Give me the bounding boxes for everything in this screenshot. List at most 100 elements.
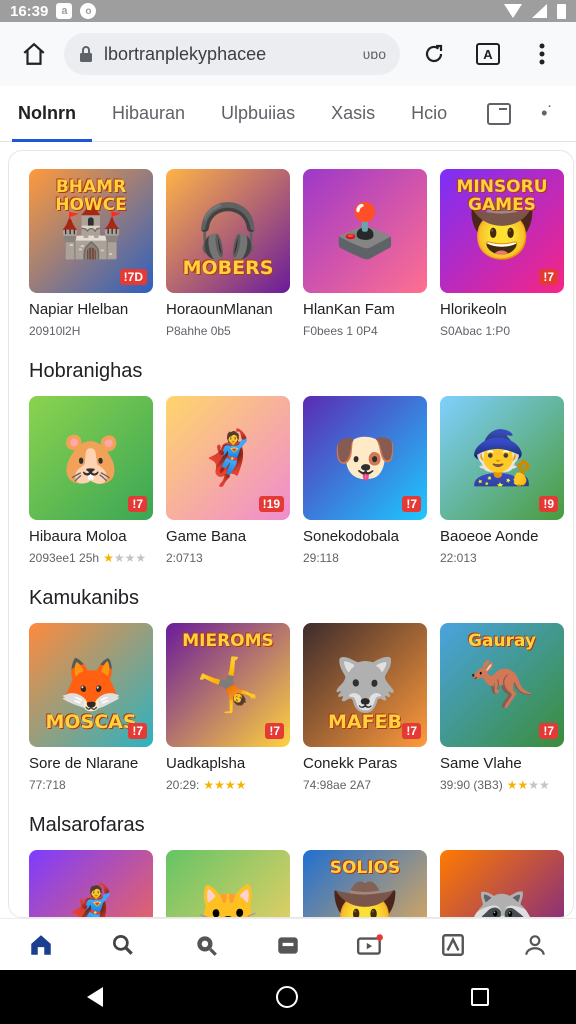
game-meta-text: S0Abac 1:P0 <box>440 324 511 338</box>
game-card[interactable]: 🤸 MIEROMS !7 Uadkaplsha 20:29: ★★★★ <box>166 623 290 792</box>
game-thumbnail[interactable]: 🎧 MOBERS <box>166 169 290 293</box>
tab-switcher-button[interactable]: A <box>468 34 508 74</box>
clock: 16:39 <box>10 2 49 20</box>
game-thumbnail[interactable]: 🕹️ <box>303 169 427 293</box>
star-icon: ★ <box>113 551 125 565</box>
game-meta: 29:118 <box>303 551 427 565</box>
game-thumbnail[interactable]: 🤠 MINSORU GAMES !7 <box>440 169 564 293</box>
game-meta: P8ahhe 0b5 <box>166 324 290 338</box>
game-thumbnail[interactable]: 🏰 BHAMR HOWCE !7D <box>29 169 153 293</box>
game-thumbnail[interactable]: 🦸 <box>29 850 153 917</box>
game-thumbnail[interactable]: 🐺 MAFEB !7 <box>303 623 427 747</box>
section-2: Kamukanibs 🦊 MOSCAS !7 Sore de Nlarane 77:718… <box>9 565 573 792</box>
home-button[interactable] <box>14 34 54 74</box>
nav-video[interactable] <box>350 925 390 965</box>
game-meta-text: P8ahhe 0b5 <box>166 324 231 338</box>
reload-icon <box>425 44 443 63</box>
game-card[interactable]: 🎧 MOBERS HoraounMlanan P8ahhe 0b5 <box>166 169 290 338</box>
tab-3[interactable]: Xasis <box>331 86 375 142</box>
game-card[interactable]: 🐹 !7 Hibaura Moloa 2093ee1 25h ★★★★ <box>29 396 153 565</box>
game-thumbnail[interactable]: 🤠 SOLIOS <box>303 850 427 917</box>
home-circle-icon[interactable] <box>275 986 298 1008</box>
game-meta-text: 20910l2H <box>29 324 81 338</box>
game-card[interactable]: 🦊 MOSCAS !7 Sore de Nlarane 77:718 <box>29 623 153 792</box>
nav-search[interactable] <box>103 925 143 965</box>
star-icon: ★ <box>539 778 550 792</box>
game-title[interactable]: Uadkaplsha <box>166 755 290 772</box>
game-thumbnail[interactable]: 🐶 !7 <box>303 396 427 520</box>
nav-wallet[interactable] <box>268 925 308 965</box>
game-card[interactable]: 🐺 MAFEB !7 Conekk Paras 74:98ae 2A7 <box>303 623 427 792</box>
tab-1[interactable]: Hibauran <box>112 86 185 142</box>
game-card[interactable]: 🤠 MINSORU GAMES !7 Hlorikeoln S0Abac 1:P0 <box>440 169 564 338</box>
game-card[interactable]: 🏰 BHAMR HOWCE !7D Napiar Hlelban 20910l2H <box>29 169 153 338</box>
game-title[interactable]: Conekk Paras <box>303 755 427 772</box>
address-bar[interactable]: lbortranplekyphacee ʋɒo <box>64 33 400 75</box>
section-title: Malsarofaras <box>29 814 145 836</box>
game-card[interactable]: 🧙 !9 Baoeoe Aonde 22:013 <box>440 396 564 565</box>
game-thumbnail[interactable]: 🦝 <box>440 850 564 917</box>
game-thumbnail[interactable]: 🧙 !9 <box>440 396 564 520</box>
menu-button[interactable] <box>522 34 562 74</box>
url-text: lbortranplekyphacee <box>104 43 267 64</box>
star-icon: ★ <box>517 778 529 792</box>
back-icon[interactable] <box>86 987 103 1007</box>
game-card[interactable]: 🤠 SOLIOS <box>303 850 427 917</box>
section-1: Hobranighas 🐹 !7 Hibaura Moloa 2093ee1 25h ★★… <box>9 338 573 565</box>
game-card[interactable]: 🐱 <box>166 850 290 917</box>
game-title[interactable]: Game Bana <box>166 528 290 545</box>
nav-discover[interactable] <box>186 925 226 965</box>
age-badge: !7 <box>128 723 147 739</box>
tab-0[interactable]: Nolnrn <box>12 86 92 142</box>
section-title: Kamukanibs <box>29 587 140 609</box>
tab-add-icon[interactable] <box>487 102 512 125</box>
game-title[interactable]: Hlorikeoln <box>440 301 564 318</box>
game-title[interactable]: HoraounMlanan <box>166 301 290 318</box>
star-icon: ★ <box>235 778 247 792</box>
game-title[interactable]: Baoeoe Aonde <box>440 528 564 545</box>
game-meta-text: 74:98ae 2A7 <box>303 778 372 792</box>
game-thumbnail[interactable]: 🐹 !7 <box>29 396 153 520</box>
game-meta: 39:90 (3B3) ★★★★ <box>440 778 564 792</box>
tab-switcher-label: A <box>483 46 493 62</box>
game-meta: 2093ee1 25h ★★★★ <box>29 551 153 565</box>
game-card[interactable]: 🦸 !19 Game Bana 2:0713 <box>166 396 290 565</box>
game-meta-text: 22:013 <box>440 551 477 565</box>
star-icon: ★ <box>224 778 236 792</box>
game-thumbnail[interactable]: 🦸 !19 <box>166 396 290 520</box>
game-thumbnail[interactable]: 🤸 MIEROMS !7 <box>166 623 290 747</box>
game-card[interactable]: 🕹️ HlanKan Fam F0bees 1 0P4 <box>303 169 427 338</box>
section-0: 🏰 BHAMR HOWCE !7D Napiar Hlelban 20910l2H 🎧 MO… <box>9 151 573 338</box>
game-card[interactable]: 🦝 <box>440 850 564 917</box>
age-badge: !7 <box>539 723 558 739</box>
apps-icon <box>441 933 464 956</box>
tab-more-icon[interactable]: •˙ <box>541 103 553 124</box>
game-title[interactable]: Hibaura Moloa <box>29 528 153 545</box>
star-icon: ★ <box>135 551 147 565</box>
recents-icon[interactable] <box>471 988 490 1006</box>
section-title: Hobranighas <box>29 360 143 382</box>
game-card[interactable]: 🦸 <box>29 850 153 917</box>
more-vert-icon <box>539 43 545 65</box>
game-card[interactable]: 🦘 Gauray !7 Same Vlahe 39:90 (3B3) ★★★★ <box>440 623 564 792</box>
game-thumbnail[interactable]: 🦘 Gauray !7 <box>440 623 564 747</box>
game-title[interactable]: Sore de Nlarane <box>29 755 153 772</box>
sync-icon: o <box>80 3 97 19</box>
discover-icon <box>197 935 217 956</box>
game-card[interactable]: 🐶 !7 Sonekodobala 29:118 <box>303 396 427 565</box>
home-outline-icon <box>23 42 45 65</box>
game-title[interactable]: Same Vlahe <box>440 755 564 772</box>
game-thumbnail[interactable]: 🐱 <box>166 850 290 917</box>
reload-button[interactable] <box>414 34 454 74</box>
game-title[interactable]: HlanKan Fam <box>303 301 427 318</box>
tab-4[interactable]: Hcio <box>411 86 447 142</box>
nav-home[interactable] <box>21 925 61 965</box>
game-title[interactable]: Sonekodobala <box>303 528 427 545</box>
game-thumbnail[interactable]: 🦊 MOSCAS !7 <box>29 623 153 747</box>
game-row: 🏰 BHAMR HOWCE !7D Napiar Hlelban 20910l2H 🎧 MO… <box>9 169 573 338</box>
lock-icon <box>80 46 92 62</box>
tab-2[interactable]: Ulpbuiias <box>221 86 295 142</box>
game-title[interactable]: Napiar Hlelban <box>29 301 153 318</box>
nav-profile[interactable] <box>515 925 555 965</box>
nav-apps[interactable] <box>433 925 473 965</box>
